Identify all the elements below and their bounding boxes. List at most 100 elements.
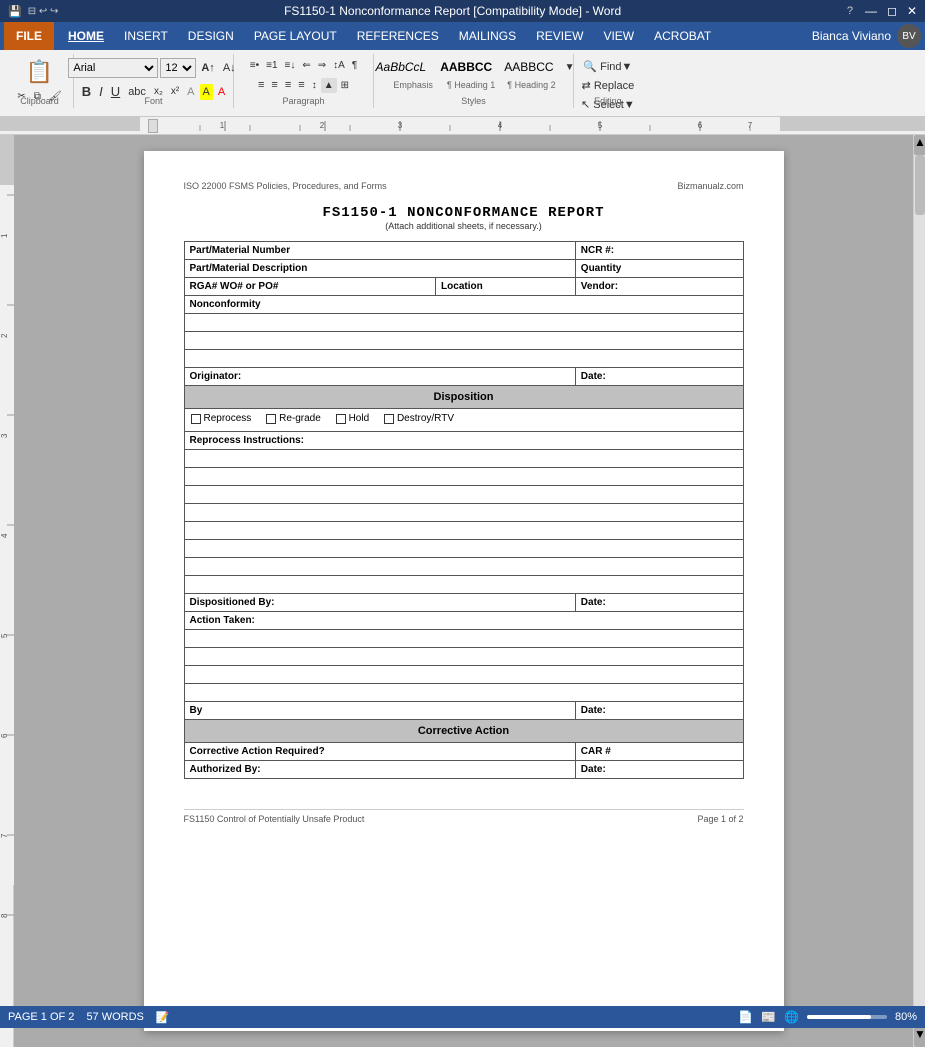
zoom-slider[interactable] (807, 1015, 887, 1019)
menu-home[interactable]: HOME (58, 22, 114, 50)
menu-references[interactable]: REFERENCES (347, 22, 449, 50)
help-icon[interactable]: ? (847, 5, 853, 17)
table-row (184, 647, 743, 665)
destroy-checkbox[interactable] (384, 414, 394, 424)
menu-view[interactable]: VIEW (593, 22, 644, 50)
rga-label: RGA# WO# or PO# (184, 278, 436, 296)
view-read-button[interactable]: 📄 (738, 1010, 753, 1024)
empty-cell (184, 449, 743, 467)
regrade-option[interactable]: Re-grade (266, 413, 321, 424)
table-row: Corrective Action Required? CAR # (184, 742, 743, 760)
empty-cell (184, 647, 743, 665)
menu-mailings[interactable]: MAILINGS (449, 22, 526, 50)
ruler: 1 2 3 4 5 6 7 (0, 117, 925, 135)
view-layout-button[interactable]: 📰 (761, 1010, 776, 1024)
empty-cell (184, 467, 743, 485)
ncr-label: NCR #: (575, 242, 743, 260)
proofing-icon[interactable]: 📝 (156, 1011, 170, 1024)
scroll-arrow-down[interactable]: ▼ (914, 1027, 925, 1047)
zoom-slider-fill (807, 1015, 871, 1019)
table-row (184, 503, 743, 521)
font-name-select[interactable]: Arial (68, 58, 158, 78)
svg-text:3: 3 (398, 121, 403, 130)
minimize-button[interactable]: — (865, 4, 877, 18)
empty-cell (184, 629, 743, 647)
table-row: Disposition (184, 386, 743, 409)
table-row: Authorized By: Date: (184, 760, 743, 778)
view-web-button[interactable]: 🌐 (784, 1010, 799, 1024)
menu-page-layout[interactable]: PAGE LAYOUT (244, 22, 347, 50)
svg-text:5: 5 (0, 633, 9, 638)
line-spacing-button[interactable]: ↕ (309, 78, 320, 93)
align-center-button[interactable]: ≡ (268, 77, 280, 93)
menu-insert[interactable]: INSERT (114, 22, 178, 50)
table-row (184, 485, 743, 503)
svg-text:7: 7 (748, 121, 753, 130)
replace-button[interactable]: ⇄ Replace (579, 77, 638, 94)
menu-review[interactable]: REVIEW (526, 22, 593, 50)
decrease-indent-button[interactable]: ⇐ (299, 58, 313, 73)
menu-bar: FILE HOME INSERT DESIGN PAGE LAYOUT REFE… (0, 22, 925, 50)
vertical-scrollbar[interactable]: ▲ ▼ (913, 135, 925, 1047)
table-row (184, 557, 743, 575)
empty-cell (184, 539, 743, 557)
align-left-button[interactable]: ≡ (255, 77, 267, 93)
borders-button[interactable]: ⊞ (338, 78, 352, 93)
svg-text:2: 2 (320, 121, 325, 130)
svg-text:1: 1 (0, 233, 9, 238)
restore-button[interactable]: ◻ (887, 4, 897, 18)
table-row (184, 350, 743, 368)
scroll-thumb[interactable] (915, 155, 925, 215)
location-label: Location (436, 278, 576, 296)
justify-button[interactable]: ≡ (295, 77, 307, 93)
show-marks-button[interactable]: ¶ (349, 58, 360, 73)
reprocess-option[interactable]: Reprocess (191, 413, 252, 424)
header-left: ISO 22000 FSMS Policies, Procedures, and… (184, 181, 387, 191)
multilevel-list-button[interactable]: ≡↓ (282, 58, 299, 73)
paste-button[interactable]: 📋 (18, 59, 61, 85)
close-button[interactable]: ✕ (907, 4, 917, 18)
footer-right: Page 1 of 2 (697, 814, 743, 824)
document-title: FS1150-1 NONCONFORMANCE REPORT (Attach a… (184, 205, 744, 231)
style-heading1[interactable]: AABBCC (436, 58, 496, 76)
file-menu-button[interactable]: FILE (4, 22, 54, 50)
authorized-by-label: Authorized By: (184, 760, 575, 778)
part-material-desc-label: Part/Material Description (184, 260, 575, 278)
sort-button[interactable]: ↕A (330, 58, 348, 73)
word-icon: 💾 (8, 5, 22, 18)
document-subtitle: (Attach additional sheets, if necessary.… (184, 221, 744, 231)
empty-cell (184, 485, 743, 503)
shading-button[interactable]: ▲ (321, 78, 337, 93)
reprocess-checkbox[interactable] (191, 414, 201, 424)
numbering-button[interactable]: ≡1 (263, 58, 280, 73)
styles-label: Styles (374, 96, 573, 106)
increase-indent-button[interactable]: ⇒ (315, 58, 329, 73)
hold-option[interactable]: Hold (336, 413, 370, 424)
style-heading2[interactable]: AABBCC (500, 58, 557, 76)
find-button[interactable]: 🔍 Find▼ (580, 58, 635, 75)
empty-cell (184, 665, 743, 683)
table-row: Part/Material Description Quantity (184, 260, 743, 278)
corrective-action-required-label: Corrective Action Required? (184, 742, 575, 760)
table-row: Part/Material Number NCR #: (184, 242, 743, 260)
align-right-button[interactable]: ≡ (282, 77, 294, 93)
menu-acrobat[interactable]: ACROBAT (644, 22, 721, 50)
zoom-level[interactable]: 80% (895, 1011, 917, 1023)
font-size-select[interactable]: 12 (160, 58, 196, 78)
user-name[interactable]: Bianca Viviano (812, 29, 891, 43)
hold-checkbox[interactable] (336, 414, 346, 424)
table-row: By Date: (184, 701, 743, 719)
style-emphasis[interactable]: AaBbCcL (370, 58, 433, 76)
bullets-button[interactable]: ≡• (247, 58, 262, 73)
menu-design[interactable]: DESIGN (178, 22, 244, 50)
table-row (184, 629, 743, 647)
date4-label: Date: (575, 760, 743, 778)
svg-text:6: 6 (0, 733, 9, 738)
destroy-option[interactable]: Destroy/RTV (384, 413, 454, 424)
svg-text:4: 4 (0, 533, 9, 538)
window-controls[interactable]: ? — ◻ ✕ (847, 4, 917, 18)
grow-font-button[interactable]: A↑ (198, 60, 217, 76)
status-right: 📄 📰 🌐 80% (738, 1010, 917, 1024)
regrade-checkbox[interactable] (266, 414, 276, 424)
scroll-arrow-up[interactable]: ▲ (914, 135, 925, 155)
